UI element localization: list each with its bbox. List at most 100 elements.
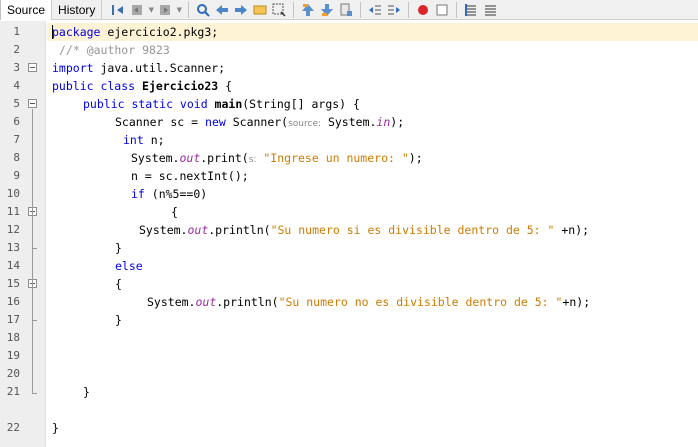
comment-icon[interactable] <box>463 2 479 18</box>
uncomment-icon[interactable] <box>482 2 498 18</box>
code-text: } <box>52 421 59 435</box>
find-next-icon[interactable] <box>233 2 249 18</box>
code-text: n = sc.nextInt(); <box>131 169 249 183</box>
fold-guide-line <box>32 109 33 393</box>
keyword: if <box>131 187 145 201</box>
code-line: int n; <box>123 131 165 149</box>
line-number: 5 <box>13 97 20 110</box>
line-number: 1 <box>13 25 20 38</box>
toolbar-separator <box>456 1 458 18</box>
fold-toggle-icon[interactable] <box>28 63 37 72</box>
code-text: java.util.Scanner; <box>93 61 226 75</box>
field: in <box>376 115 391 129</box>
toolbar-separator <box>360 1 362 18</box>
code-line: import java.util.Scanner; <box>52 59 225 77</box>
line-number: 14 <box>6 259 20 272</box>
fold-end-marker <box>32 248 37 249</box>
code-text: (String[] args) { <box>242 97 360 111</box>
string-literal: "Ingrese un numero: " <box>256 151 409 165</box>
line-number: 3 <box>13 61 20 74</box>
code-line: System.out.print(s: "Ingrese un numero: … <box>131 149 423 167</box>
code-text: } <box>115 313 122 327</box>
line-number: 6 <box>13 115 20 128</box>
find-previous-icon[interactable] <box>214 2 230 18</box>
line-number: 8 <box>13 151 20 164</box>
code-text: +n); <box>562 295 591 309</box>
keyword: int <box>123 133 144 147</box>
code-line: { <box>115 275 122 293</box>
find-icon[interactable] <box>195 2 211 18</box>
code-line: System.out.println("Su numero no es divi… <box>147 293 590 311</box>
code-text: .println( <box>216 295 279 309</box>
line-number-gutter: 1 2 3 4 5 6 7 8 9 10 11 12 13 14 15 16 1… <box>0 21 46 447</box>
comment: //* @author 9823 <box>59 43 170 57</box>
code-line: else <box>115 257 143 275</box>
line-number: 12 <box>6 223 20 236</box>
forward-icon[interactable] <box>157 2 173 18</box>
line-number: 20 <box>6 367 20 380</box>
code-text: n; <box>143 133 165 147</box>
shift-left-icon[interactable] <box>367 2 383 18</box>
next-bookmark-icon[interactable] <box>319 2 335 18</box>
toolbar-separator <box>188 1 190 18</box>
keyword: import <box>52 61 94 75</box>
toolbar-separator <box>293 1 295 18</box>
toolbar-icons: ▼ ▼ <box>102 0 498 20</box>
previous-bookmark-icon[interactable] <box>300 2 316 18</box>
code-line: //* @author 9823 <box>59 41 170 59</box>
code-text: ); <box>390 115 405 129</box>
code-line: } <box>52 419 59 437</box>
keyword: public static void <box>83 97 208 111</box>
line-number: 19 <box>6 349 20 362</box>
code-line: } <box>83 383 90 401</box>
fold-end-marker <box>32 393 37 394</box>
class-name: Ejercicio23 <box>135 79 219 93</box>
field: out <box>179 151 201 165</box>
code-text: } <box>115 241 122 255</box>
stop-macro-icon[interactable] <box>434 2 450 18</box>
line-number: 15 <box>6 277 20 290</box>
code-text: System. <box>139 223 188 237</box>
code-text: System. <box>147 295 196 309</box>
field: out <box>195 295 217 309</box>
code-line: { <box>171 203 178 221</box>
code-line: Scanner sc = new Scanner(source: System.… <box>115 113 404 131</box>
toggle-rect-select-icon[interactable] <box>271 2 287 18</box>
code-line: package ejercicio2.pkg3; <box>52 23 218 41</box>
line-number: 9 <box>13 169 20 182</box>
code-text: +n); <box>554 223 590 237</box>
string-literal: "Su numero no es divisible dentro de 5: … <box>278 295 563 309</box>
fold-toggle-icon[interactable] <box>28 99 37 108</box>
line-number: 17 <box>6 313 20 326</box>
keyword: package <box>52 25 101 39</box>
method-name: main <box>207 97 243 111</box>
tab-source[interactable]: Source <box>0 0 53 20</box>
last-edit-icon[interactable] <box>110 2 126 18</box>
keyword: new <box>205 115 226 129</box>
code-text: ); <box>408 151 423 165</box>
toggle-highlight-icon[interactable] <box>252 2 268 18</box>
code-text: .println( <box>208 223 271 237</box>
code-text: .print( <box>200 151 249 165</box>
back-icon[interactable] <box>129 2 145 18</box>
code-text: { <box>218 79 233 93</box>
toggle-bookmark-icon[interactable] <box>338 2 354 18</box>
line-number: 7 <box>13 133 20 146</box>
code-text: Scanner sc = <box>115 115 206 129</box>
code-text: System. <box>321 115 377 129</box>
tab-history[interactable]: History <box>52 0 103 20</box>
shift-right-icon[interactable] <box>386 2 402 18</box>
string-literal: "Su numero si es divisible dentro de 5: … <box>270 223 555 237</box>
record-macro-icon[interactable] <box>415 2 431 18</box>
keyword: else <box>115 259 143 273</box>
chevron-down-icon[interactable]: ▼ <box>176 6 182 14</box>
line-number: 21 <box>6 385 20 398</box>
chevron-down-icon[interactable]: ▼ <box>148 6 154 14</box>
code-line: if (n%5==0) <box>131 185 207 203</box>
line-number: 13 <box>6 241 20 254</box>
line-number: 2 <box>13 43 20 56</box>
code-text: { <box>171 205 178 219</box>
code-text: ejercicio2.pkg3; <box>100 25 219 39</box>
code-text: System. <box>131 151 180 165</box>
code-editor[interactable]: 1 2 3 4 5 6 7 8 9 10 11 12 13 14 15 16 1… <box>0 21 698 447</box>
